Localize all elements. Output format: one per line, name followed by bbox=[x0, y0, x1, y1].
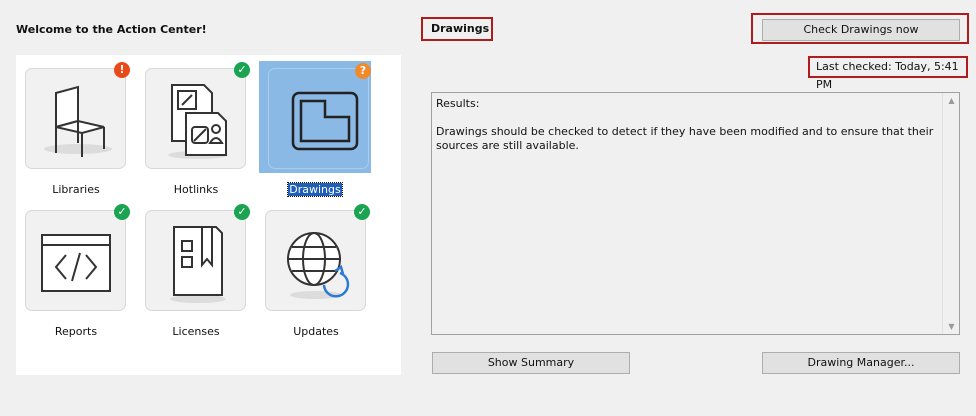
check-drawings-button[interactable]: Check Drawings now bbox=[762, 19, 960, 41]
tile-hotlinks[interactable]: ✓ Hotlinks bbox=[136, 61, 250, 196]
tile-updates-label: Updates bbox=[293, 325, 339, 338]
results-scrollbar[interactable]: ▲ ▼ bbox=[942, 93, 959, 334]
results-text: Results: Drawings should be checked to d… bbox=[436, 97, 936, 167]
last-checked-status: Last checked: Today, 5:41 PM bbox=[808, 56, 968, 91]
action-center-grid: ! Libraries ✓ Hotlinks ? Drawings ✓ Repo… bbox=[16, 55, 401, 375]
unknown-badge-icon: ? bbox=[355, 63, 371, 79]
results-body: Drawings should be checked to detect if … bbox=[436, 125, 934, 152]
tile-licenses-label: Licenses bbox=[172, 325, 220, 338]
tile-libraries[interactable]: ! Libraries bbox=[16, 61, 130, 196]
tile-licenses[interactable]: ✓ Licenses bbox=[136, 203, 250, 338]
tile-drawings[interactable]: ? Drawings bbox=[259, 61, 371, 197]
globe-update-icon bbox=[287, 232, 350, 299]
tile-licenses-box[interactable] bbox=[145, 210, 246, 311]
tile-reports-box[interactable] bbox=[25, 210, 126, 311]
scroll-up-arrow-icon[interactable]: ▲ bbox=[943, 96, 960, 105]
license-book-icon bbox=[170, 226, 226, 303]
tile-drawings-box[interactable] bbox=[268, 68, 369, 169]
results-heading: Results: bbox=[436, 97, 480, 110]
tile-hotlinks-box[interactable] bbox=[145, 68, 246, 169]
drawing-icon bbox=[291, 91, 359, 151]
tile-drawings-label: Drawings bbox=[287, 182, 343, 197]
ok-badge-icon: ✓ bbox=[234, 204, 250, 220]
ok-badge-icon: ✓ bbox=[354, 204, 370, 220]
tile-updates-box[interactable] bbox=[265, 210, 366, 311]
hotlinks-document-icon bbox=[168, 84, 228, 159]
code-report-icon bbox=[41, 234, 111, 292]
tile-hotlinks-label: Hotlinks bbox=[173, 183, 219, 196]
tile-libraries-box[interactable] bbox=[25, 68, 126, 169]
tile-reports[interactable]: ✓ Reports bbox=[16, 203, 130, 338]
tile-reports-label: Reports bbox=[54, 325, 98, 338]
results-panel[interactable]: Results: Drawings should be checked to d… bbox=[431, 92, 960, 335]
drawing-manager-button[interactable]: Drawing Manager... bbox=[762, 352, 960, 374]
chair-icon bbox=[44, 85, 112, 157]
scroll-down-arrow-icon[interactable]: ▼ bbox=[943, 322, 960, 331]
ok-badge-icon: ✓ bbox=[234, 62, 250, 78]
warning-badge-icon: ! bbox=[114, 62, 130, 78]
ok-badge-icon: ✓ bbox=[114, 204, 130, 220]
tile-libraries-label: Libraries bbox=[52, 183, 100, 196]
welcome-heading: Welcome to the Action Center! bbox=[16, 23, 207, 36]
section-title: Drawings bbox=[421, 17, 493, 41]
tile-updates[interactable]: ✓ Updates bbox=[256, 203, 370, 338]
show-summary-button[interactable]: Show Summary bbox=[432, 352, 630, 374]
